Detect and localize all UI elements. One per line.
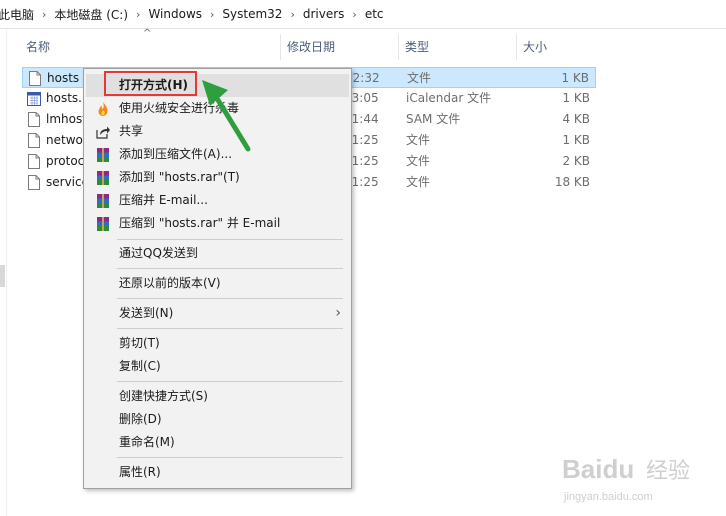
file-type: iCalendar 文件 — [406, 91, 492, 105]
breadcrumb-item-this-pc[interactable]: 此电脑 — [0, 6, 38, 23]
file-icon — [28, 175, 40, 190]
menu-item-label: 共享 — [119, 124, 144, 138]
menu-item-label: 压缩并 E-mail... — [119, 193, 208, 207]
file-size: 1 KB — [562, 91, 590, 105]
file-date: 21:25 — [344, 154, 379, 168]
winrar-icon — [97, 148, 109, 162]
chevron-right-icon[interactable]: › — [132, 8, 144, 21]
menu-item-label: 复制(C) — [119, 359, 161, 373]
menu-item-create-shortcut[interactable]: 创建快捷方式(S) — [86, 385, 349, 408]
file-date: 21:25 — [344, 175, 379, 189]
file-size: 4 KB — [562, 112, 590, 126]
menu-item-add-hosts-rar[interactable]: 添加到 "hosts.rar"(T) — [86, 166, 349, 189]
menu-separator — [117, 239, 343, 240]
menu-item-cut[interactable]: 剪切(T) — [86, 332, 349, 355]
menu-item-label: 属性(R) — [119, 465, 161, 479]
file-icon — [28, 154, 40, 169]
menu-item-label: 压缩到 "hosts.rar" 并 E-mail — [119, 216, 281, 230]
file-icon — [29, 71, 41, 86]
breadcrumb: 此电脑 › 本地磁盘 (C:) › Windows › System32 › d… — [0, 0, 726, 29]
menu-item-label: 发送到(N) — [119, 306, 174, 320]
menu-item-compress-hosts-email[interactable]: 压缩到 "hosts.rar" 并 E-mail — [86, 212, 349, 235]
breadcrumb-item-drivers[interactable]: drivers — [299, 7, 349, 21]
menu-separator — [117, 328, 343, 329]
column-header-type[interactable]: 类型 — [398, 34, 516, 60]
file-type: SAM 文件 — [406, 112, 461, 126]
file-size: 2 KB — [562, 154, 590, 168]
menu-item-compress-email[interactable]: 压缩并 E-mail... — [86, 189, 349, 212]
file-date: 21:25 — [344, 133, 379, 147]
column-header-date[interactable]: 修改日期 — [280, 34, 398, 60]
menu-item-label: 还原以前的版本(V) — [119, 276, 221, 290]
share-icon — [96, 126, 110, 139]
breadcrumb-item-windows[interactable]: Windows — [144, 7, 206, 21]
sort-ascending-icon: ^ — [143, 28, 152, 39]
chevron-right-icon: › — [335, 305, 341, 321]
menu-item-send-to[interactable]: 发送到(N) › — [86, 302, 349, 325]
file-size: 1 KB — [561, 71, 589, 85]
file-date: 22:32 — [345, 71, 380, 85]
menu-item-delete[interactable]: 删除(D) — [86, 408, 349, 431]
menu-item-send-qq[interactable]: 通过QQ发送到 — [86, 242, 349, 265]
annotation-arrow-icon — [202, 80, 251, 152]
chevron-right-icon[interactable]: › — [348, 8, 360, 21]
file-icon — [28, 112, 40, 127]
nav-selection-marker — [0, 265, 5, 287]
file-date: 21:44 — [344, 112, 379, 126]
chevron-right-icon[interactable]: › — [38, 8, 50, 21]
file-size: 18 KB — [554, 175, 590, 189]
menu-item-rename[interactable]: 重命名(M) — [86, 431, 349, 454]
breadcrumb-item-c-drive[interactable]: 本地磁盘 (C:) — [50, 6, 132, 23]
highlight-box — [104, 71, 197, 96]
file-type: 文件 — [406, 133, 431, 147]
breadcrumb-item-system32[interactable]: System32 — [218, 7, 286, 21]
column-header-row: 名称 修改日期 类型 大小 — [0, 34, 600, 60]
chevron-right-icon[interactable]: › — [206, 8, 218, 21]
winrar-icon — [97, 217, 109, 231]
winrar-icon — [97, 171, 109, 185]
file-icon — [28, 133, 40, 148]
watermark-brand: Baidu — [562, 454, 634, 484]
menu-item-label: 通过QQ发送到 — [119, 246, 198, 260]
breadcrumb-item-etc[interactable]: etc — [361, 7, 388, 21]
menu-item-copy[interactable]: 复制(C) — [86, 355, 349, 378]
watermark-cn: 经验 — [646, 459, 690, 484]
navigation-pane — [0, 29, 7, 516]
winrar-icon — [97, 194, 109, 208]
menu-item-label: 删除(D) — [119, 412, 162, 426]
menu-item-label: 创建快捷方式(S) — [119, 389, 208, 403]
menu-separator — [117, 457, 343, 458]
menu-separator — [117, 268, 343, 269]
column-header-size[interactable]: 大小 — [516, 34, 598, 60]
menu-item-label: 剪切(T) — [119, 336, 160, 350]
file-type: 文件 — [407, 71, 432, 85]
chevron-right-icon[interactable]: › — [286, 8, 298, 21]
huorong-flame-icon — [98, 102, 108, 116]
file-type: 文件 — [406, 175, 431, 189]
menu-item-label: 添加到 "hosts.rar"(T) — [119, 170, 240, 184]
file-date: 13:05 — [344, 91, 379, 105]
file-type: 文件 — [406, 154, 431, 168]
file-size: 1 KB — [562, 133, 590, 147]
menu-item-properties[interactable]: 属性(R) — [86, 461, 349, 484]
menu-item-label: 重命名(M) — [119, 435, 175, 449]
menu-item-restore-previous[interactable]: 还原以前的版本(V) — [86, 272, 349, 295]
baidu-jingyan-watermark: Baidu 经验 jingyan.baidu.com — [562, 454, 690, 503]
menu-separator — [117, 381, 343, 382]
watermark-url: jingyan.baidu.com — [563, 491, 653, 503]
menu-separator — [117, 298, 343, 299]
calendar-icon — [27, 92, 41, 106]
